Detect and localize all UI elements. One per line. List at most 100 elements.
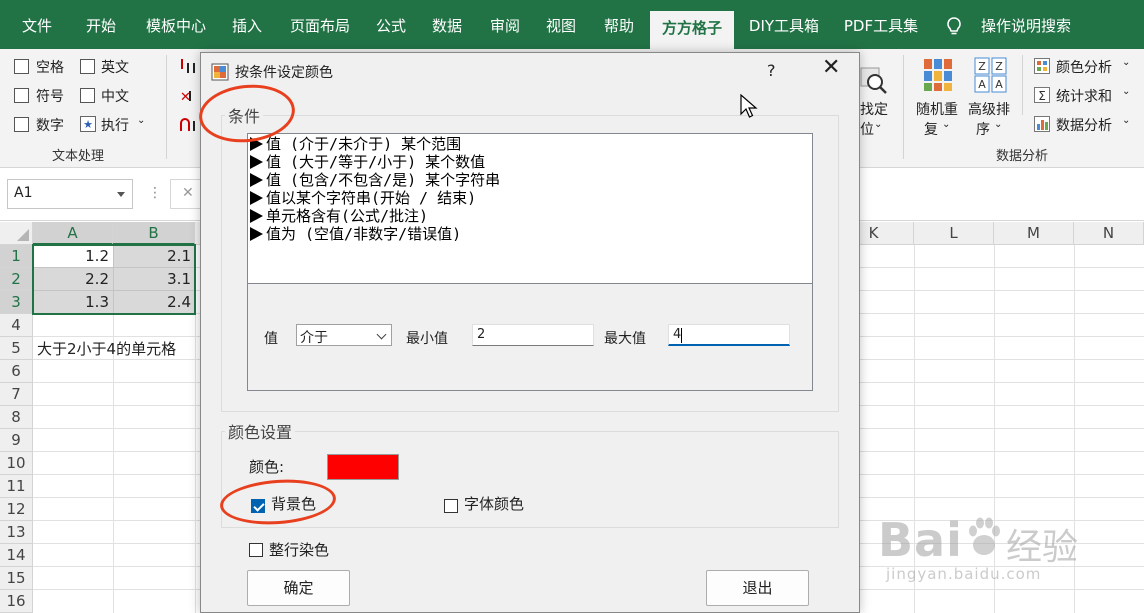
row-header-2[interactable]: 2 (0, 268, 33, 291)
execute-dropdown-chevron-icon[interactable]: ⌄ (137, 115, 145, 126)
tab-template-center[interactable]: 模板中心 (138, 12, 214, 49)
row-header-14[interactable]: 14 (0, 544, 33, 567)
random-repeat-label-1[interactable]: 随机重 (916, 99, 958, 119)
max-value-input[interactable]: 4 (668, 324, 790, 346)
cancel-icon: ✕ (182, 185, 194, 201)
row-header-4[interactable]: 4 (0, 314, 33, 337)
data-analysis-chevron-icon[interactable]: ⌄ (1122, 115, 1130, 126)
chinese-label: 中文 (101, 89, 129, 105)
tab-view[interactable]: 视图 (538, 12, 584, 49)
english-checkbox[interactable] (80, 59, 95, 74)
find-dropdown-chevron-icon[interactable]: ⌄ (874, 119, 882, 130)
condition-item[interactable]: 值为 (空值/非数字/错误值) (250, 225, 461, 243)
number-checkbox[interactable] (14, 117, 29, 132)
random-repeat-icon[interactable] (922, 57, 954, 93)
random-repeat-label-2[interactable]: 复 (924, 119, 938, 139)
close-icon[interactable]: ✕ (822, 57, 840, 79)
color-analysis-icon[interactable] (1034, 58, 1050, 74)
row-header-7[interactable]: 7 (0, 383, 33, 406)
whole-row-checkbox[interactable] (249, 543, 263, 557)
find-locate-label-1[interactable]: 找定 (860, 99, 888, 119)
stat-sum-label[interactable]: 统计求和 (1056, 86, 1112, 106)
stat-sum-icon[interactable]: Σ (1034, 87, 1050, 103)
condition-item[interactable]: 值 (包含/不包含/是) 某个字符串 (250, 171, 500, 189)
row-header-6[interactable]: 6 (0, 360, 33, 383)
chinese-checkbox[interactable] (80, 88, 95, 103)
random-dropdown-chevron-icon[interactable]: ⌄ (942, 119, 950, 130)
cell-a5[interactable]: 大于2小于4的单元格 (37, 338, 201, 361)
tool-icons-column[interactable]: ✕ (178, 57, 200, 133)
column-header-a[interactable]: A (33, 222, 113, 245)
color-analysis-chevron-icon[interactable]: ⌄ (1122, 57, 1130, 68)
tab-tell-me-search[interactable]: 操作说明搜索 (974, 12, 1078, 49)
row-header-16[interactable]: 16 (0, 590, 33, 613)
tab-help[interactable]: 帮助 (596, 12, 642, 49)
name-box[interactable]: A1 (7, 179, 133, 209)
cancel-entry-button[interactable]: ✕ (170, 179, 202, 209)
tab-diy-toolbox[interactable]: DIY工具箱 (742, 12, 826, 49)
condition-listbox[interactable]: 值 (介于/未介于) 某个范围 值 (大于/等于/小于) 某个数值 值 (包含/… (247, 133, 813, 284)
tab-formulas[interactable]: 公式 (368, 12, 414, 49)
row-header-1[interactable]: 1 (0, 245, 33, 268)
condition-item[interactable]: 值以某个字符串(开始 / 结束) (250, 189, 476, 207)
row-header-5[interactable]: 5 (0, 337, 33, 360)
cell-a1[interactable]: 1.2 (33, 245, 113, 268)
cell-b1[interactable]: 2.1 (113, 245, 195, 268)
data-analysis-label[interactable]: 数据分析 (1056, 115, 1112, 135)
max-value-label: 最大值 (604, 331, 646, 347)
font-color-checkbox[interactable] (444, 499, 458, 513)
cell-a2[interactable]: 2.2 (33, 268, 113, 291)
condition-item[interactable]: 单元格含有(公式/批注) (250, 207, 428, 225)
color-analysis-label[interactable]: 颜色分析 (1056, 57, 1112, 77)
tab-pdf-toolset[interactable]: PDF工具集 (836, 12, 926, 49)
row-header-12[interactable]: 12 (0, 498, 33, 521)
row-header-13[interactable]: 13 (0, 521, 33, 544)
ribbon-separator (903, 55, 904, 159)
svg-text:Z: Z (978, 60, 986, 73)
select-all-triangle-icon (17, 229, 29, 241)
column-header-n[interactable]: N (1074, 222, 1144, 245)
tab-page-layout[interactable]: 页面布局 (282, 12, 358, 49)
color-swatch[interactable] (327, 454, 399, 480)
tab-data[interactable]: 数据 (424, 12, 470, 49)
tab-insert[interactable]: 插入 (224, 12, 270, 49)
row-header-10[interactable]: 10 (0, 452, 33, 475)
condition-item[interactable]: 值 (大于/等于/小于) 某个数值 (250, 153, 485, 171)
min-value-input[interactable]: 2 (472, 324, 594, 346)
tab-review[interactable]: 审阅 (482, 12, 528, 49)
tab-file[interactable]: 文件 (14, 12, 60, 49)
row-header-15[interactable]: 15 (0, 567, 33, 590)
tab-fangfang[interactable]: 方方格子 (650, 11, 734, 49)
condition-item[interactable]: 值 (介于/未介于) 某个范围 (250, 135, 461, 153)
cell-b3[interactable]: 2.4 (113, 291, 195, 314)
stat-sum-chevron-icon[interactable]: ⌄ (1122, 86, 1130, 97)
row-header-3[interactable]: 3 (0, 291, 33, 314)
cell-b2[interactable]: 3.1 (113, 268, 195, 291)
lightbulb-icon (947, 17, 961, 35)
column-header-b[interactable]: B (113, 222, 195, 245)
row-header-9[interactable]: 9 (0, 429, 33, 452)
execute-label[interactable]: 执行 (101, 115, 129, 135)
row-header-8[interactable]: 8 (0, 406, 33, 429)
data-analysis-icon[interactable] (1034, 116, 1050, 132)
symbol-checkbox[interactable] (14, 88, 29, 103)
find-locate-label-2[interactable]: 位 (860, 119, 874, 139)
find-locate-icon[interactable] (860, 67, 888, 95)
name-box-dropdown-icon[interactable] (117, 192, 125, 197)
ok-button[interactable]: 确定 (247, 570, 350, 606)
advanced-sort-label-1[interactable]: 高级排 (968, 99, 1010, 119)
space-checkbox[interactable] (14, 59, 29, 74)
sort-dropdown-chevron-icon[interactable]: ⌄ (994, 119, 1002, 130)
advanced-sort-label-2[interactable]: 序 (976, 119, 990, 139)
tab-home[interactable]: 开始 (78, 12, 124, 49)
cell-a3[interactable]: 1.3 (33, 291, 113, 314)
execute-icon[interactable]: ★ (80, 116, 96, 132)
help-button[interactable]: ? (767, 61, 776, 80)
row-header-11[interactable]: 11 (0, 475, 33, 498)
operator-select[interactable]: 介于 (296, 324, 392, 346)
column-header-l[interactable]: L (914, 222, 994, 245)
column-header-m[interactable]: M (994, 222, 1074, 245)
select-all-corner[interactable] (0, 222, 33, 245)
exit-button[interactable]: 退出 (706, 570, 809, 606)
advanced-sort-icon[interactable]: Z Z A A (974, 57, 1008, 93)
